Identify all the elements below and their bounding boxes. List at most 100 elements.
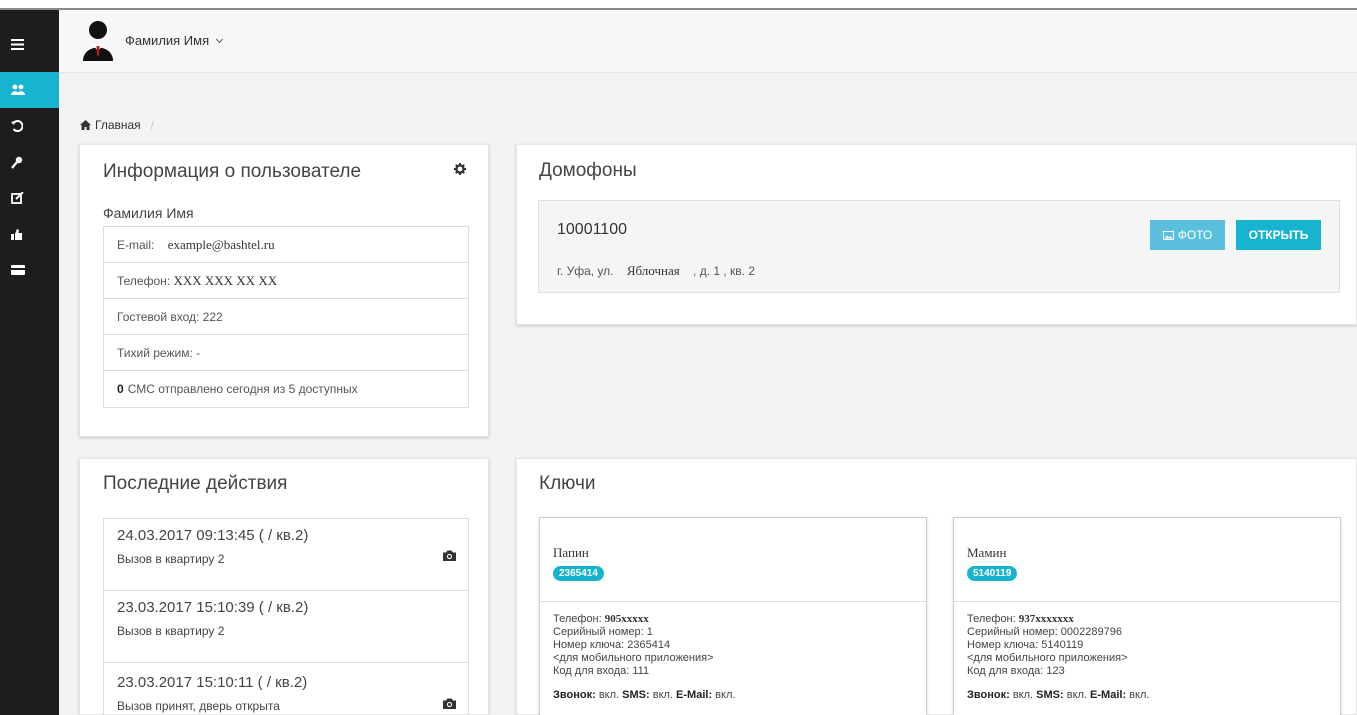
call-state[interactable]: вкл. xyxy=(1013,689,1033,701)
sms-label: SMS: xyxy=(1036,689,1064,701)
breadcrumb-separator: / xyxy=(150,118,155,132)
recent-actions-panel: Последние действия 24.03.2017 09:13:45 (… xyxy=(79,458,489,715)
avatar-icon xyxy=(83,21,113,61)
phone-value: XXX XXX XX XX xyxy=(173,272,278,288)
camera-icon[interactable] xyxy=(443,550,456,561)
email-state[interactable]: вкл. xyxy=(1129,689,1149,701)
sms-text: СМС отправлено сегодня из 5 доступных xyxy=(127,382,358,396)
user-info-title: Информация о пользователе xyxy=(103,161,362,182)
chevron-down-icon xyxy=(216,35,224,43)
list-item: 24.03.2017 09:13:45 ( / кв.2) Вызов в кв… xyxy=(104,519,468,591)
intercom-address: г. Уфа, ул. Яблочная , д. 1 , кв. 2 xyxy=(557,263,755,279)
action-time: 23.03.2017 15:10:11 ( / кв.2) xyxy=(117,674,308,691)
key-code: 111 xyxy=(632,665,650,677)
intercoms-title: Домофоны xyxy=(539,160,637,181)
sms-row: 0 СМС отправлено сегодня из 5 доступных xyxy=(104,371,468,407)
code-label: Код для входа: xyxy=(967,665,1044,677)
sidebar-item-likes[interactable] xyxy=(0,216,59,252)
sms-count: 0 xyxy=(117,382,124,396)
list-item: 23.03.2017 15:10:11 ( / кв.2) Вызов прин… xyxy=(104,663,468,715)
silent-mode: Тихий режим: - xyxy=(117,345,201,360)
key-card-body: Телефон: 905xxxxx Серийный номер: 1 Номе… xyxy=(540,602,926,713)
photo-button-label: ФОТО xyxy=(1177,228,1213,242)
email-row: E-mail: example@bashtel.ru xyxy=(104,227,468,263)
key-number-label: Номер ключа: xyxy=(553,639,625,651)
open-door-button[interactable]: ОТКРЫТЬ xyxy=(1236,220,1321,250)
gear-icon[interactable] xyxy=(454,163,466,175)
sidebar-item-cards[interactable] xyxy=(0,252,59,288)
intercom-card: 10001100 г. Уфа, ул. Яблочная , д. 1 , к… xyxy=(538,200,1340,293)
photo-button[interactable]: ФОТО xyxy=(1150,220,1225,250)
sidebar-menu-toggle[interactable] xyxy=(0,26,59,62)
key-card-body: Телефон: 937xxxxxxx Серийный номер: 0002… xyxy=(954,602,1340,713)
sms-label: SMS: xyxy=(622,689,650,701)
key-name: Мамин xyxy=(967,545,1007,560)
card-icon xyxy=(11,265,25,275)
keys-title: Ключи xyxy=(539,473,596,494)
action-description: Вызов в квартиру 2 xyxy=(117,552,225,566)
breadcrumb-home-link[interactable]: Главная xyxy=(95,118,141,132)
sms-state[interactable]: вкл. xyxy=(1067,689,1087,701)
edit-icon xyxy=(11,192,24,204)
action-time: 24.03.2017 09:13:45 ( / кв.2) xyxy=(117,527,309,544)
silent-mode-row: Тихий режим: - xyxy=(104,335,468,371)
key-icon xyxy=(11,156,23,169)
key-card: Папин 2365414 Телефон: 905xxxxx Серийный… xyxy=(539,517,927,715)
phone-label: Телефон: xyxy=(967,613,1016,625)
email-label: E-mail: xyxy=(117,237,155,252)
key-phone: 905xxxxx xyxy=(604,613,649,625)
mobile-app-note: <для мобильного приложения> xyxy=(553,652,714,664)
key-notification-flags: Звонок: вкл. SMS: вкл. E-Mail: вкл. xyxy=(967,689,1327,702)
sidebar-item-edit[interactable] xyxy=(0,180,59,216)
sms-state[interactable]: вкл. xyxy=(653,689,673,701)
home-icon xyxy=(80,120,91,130)
email-value: example@bashtel.ru xyxy=(167,236,275,252)
key-phone: 937xxxxxxx xyxy=(1018,613,1074,625)
key-number-label: Номер ключа: xyxy=(967,639,1039,651)
email-label: E-Mail: xyxy=(1090,689,1127,701)
key-badge: 5140119 xyxy=(967,566,1018,581)
key-card-header: Папин 2365414 xyxy=(540,518,926,602)
key-code: 123 xyxy=(1046,665,1065,677)
open-button-label: ОТКРЫТЬ xyxy=(1248,228,1309,242)
phone-label: Телефон: xyxy=(553,613,602,625)
recent-actions-title: Последние действия xyxy=(103,473,288,494)
serial-label: Серийный номер: xyxy=(967,626,1058,638)
list-item: 23.03.2017 15:10:39 ( / кв.2) Вызов в кв… xyxy=(104,591,468,663)
key-card: Мамин 5140119 Телефон: 937xxxxxxx Серийн… xyxy=(953,517,1341,715)
action-time: 23.03.2017 15:10:39 ( / кв.2) xyxy=(117,599,309,616)
address-suffix: , д. 1 , кв. 2 xyxy=(693,264,756,278)
history-icon xyxy=(11,120,23,132)
image-icon xyxy=(1162,230,1174,240)
user-name: Фамилия Имя xyxy=(125,33,210,48)
sidebar-item-keys[interactable] xyxy=(0,144,59,180)
recent-actions-list: 24.03.2017 09:13:45 ( / кв.2) Вызов в кв… xyxy=(103,518,469,715)
thumbs-up-icon xyxy=(11,228,22,240)
camera-icon[interactable] xyxy=(443,698,456,709)
call-state[interactable]: вкл. xyxy=(599,689,619,701)
mobile-app-note: <для мобильного приложения> xyxy=(967,652,1128,664)
top-stripe xyxy=(0,0,1357,11)
key-serial: 1 xyxy=(646,626,653,638)
user-menu[interactable]: Фамилия Имя xyxy=(125,33,224,48)
phone-row: Телефон: XXX XXX XX XX xyxy=(104,263,468,299)
phone-label: Телефон: xyxy=(117,273,171,288)
users-icon xyxy=(11,84,25,95)
address-street: Яблочная xyxy=(626,263,680,278)
key-badge: 2365414 xyxy=(553,566,604,581)
menu-icon xyxy=(11,38,24,50)
key-name: Папин xyxy=(553,545,589,560)
address-prefix: г. Уфа, ул. xyxy=(557,264,614,278)
guest-entry: Гостевой вход: 222 xyxy=(117,309,223,324)
intercoms-panel: Домофоны 10001100 г. Уфа, ул. Яблочная ,… xyxy=(516,144,1357,325)
intercom-number: 10001100 xyxy=(557,221,627,238)
email-state[interactable]: вкл. xyxy=(715,689,735,701)
email-label: E-Mail: xyxy=(676,689,713,701)
sidebar-item-history[interactable] xyxy=(0,108,59,144)
sidebar-item-users[interactable] xyxy=(0,72,59,108)
top-bar: Фамилия Имя xyxy=(59,10,1357,73)
key-card-header: Мамин 5140119 xyxy=(954,518,1340,602)
call-label: Звонок: xyxy=(967,689,1010,701)
keys-panel: Ключи Папин 2365414 Телефон: 905xxxxx Се… xyxy=(516,458,1357,715)
user-info-panel: Информация о пользователе Фамилия Имя E-… xyxy=(79,144,489,437)
